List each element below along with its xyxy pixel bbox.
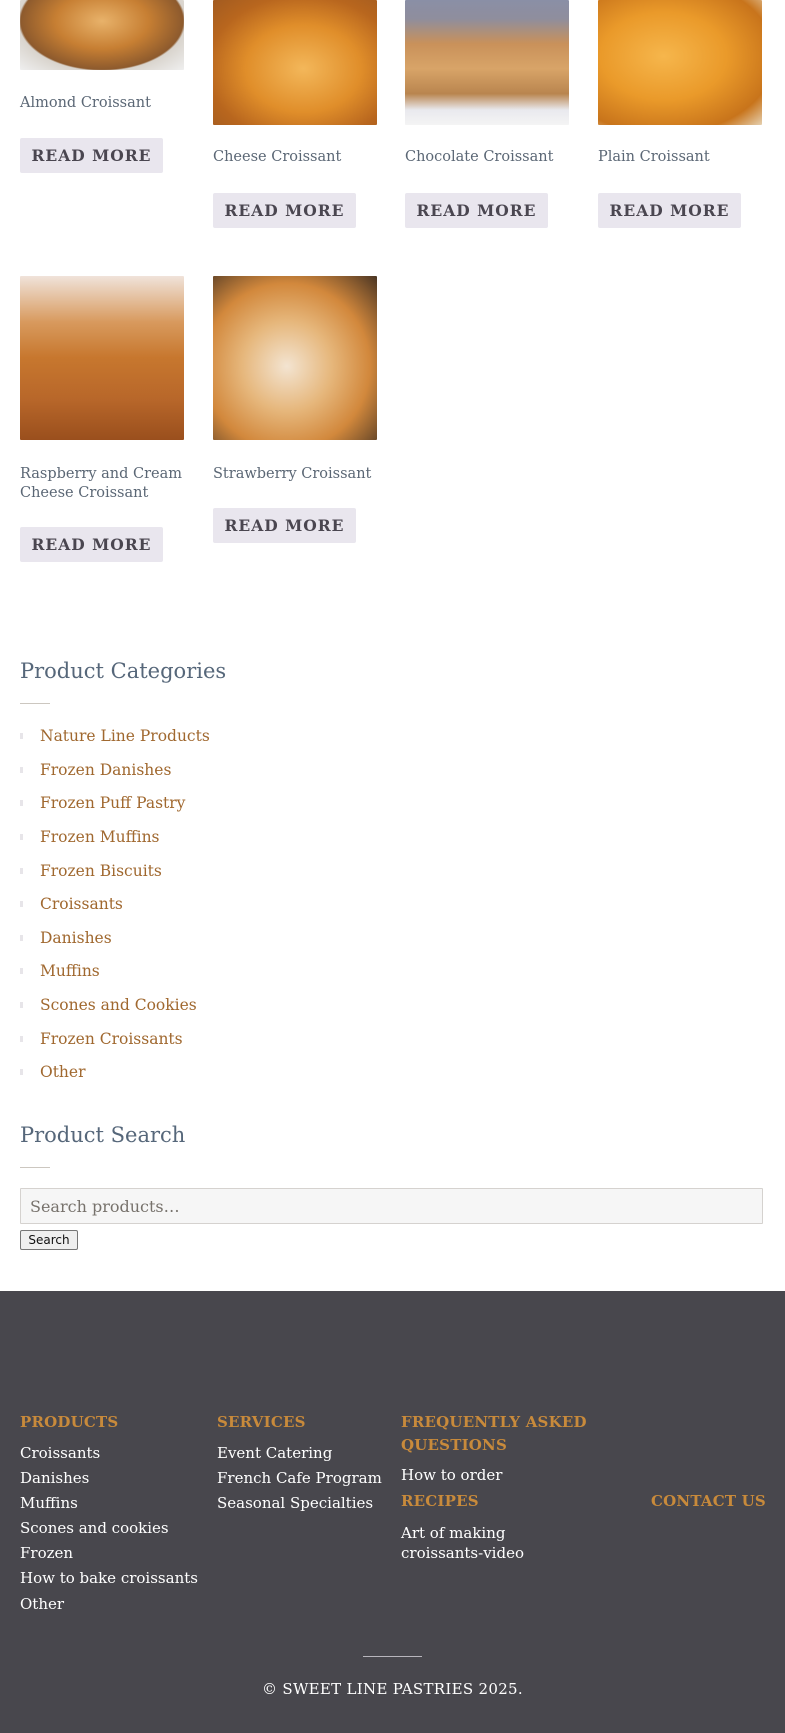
raspberry-cream-cheese-croissant-image[interactable] xyxy=(20,276,184,440)
search-button[interactable]: Search xyxy=(20,1230,78,1250)
category-item: Nature Line Products xyxy=(20,725,210,747)
bullet-icon xyxy=(20,767,23,773)
read-more-button[interactable]: READ MORE xyxy=(598,193,741,228)
footer-link-how-to-order[interactable]: How to order xyxy=(401,1465,502,1485)
category-link-frozen-muffins[interactable]: Frozen Muffins xyxy=(40,828,160,846)
read-more-button[interactable]: READ MORE xyxy=(213,508,356,543)
chocolate-croissant-image[interactable] xyxy=(405,0,569,125)
product-name[interactable]: Strawberry Croissant xyxy=(213,465,383,484)
footer-link-event-catering[interactable]: Event Catering xyxy=(217,1443,332,1463)
read-more-button[interactable]: READ MORE xyxy=(20,527,163,562)
category-link-other[interactable]: Other xyxy=(40,1063,86,1081)
category-item: Frozen Danishes xyxy=(20,759,171,781)
category-link-croissants[interactable]: Croissants xyxy=(40,895,123,913)
footer-divider xyxy=(363,1656,422,1657)
copyright-text: © SWEET LINE PASTRIES 2025. xyxy=(262,1680,523,1698)
category-item: Danishes xyxy=(20,927,112,949)
read-more-button[interactable]: READ MORE xyxy=(405,193,548,228)
bullet-icon xyxy=(20,800,23,806)
bullet-icon xyxy=(20,1036,23,1042)
category-item: Frozen Biscuits xyxy=(20,860,162,882)
footer-link-frozen[interactable]: Frozen xyxy=(20,1543,73,1563)
footer-link-danishes[interactable]: Danishes xyxy=(20,1468,89,1488)
read-more-button[interactable]: READ MORE xyxy=(20,138,163,173)
category-item: Frozen Muffins xyxy=(20,826,160,848)
category-link-scones-and-cookies[interactable]: Scones and Cookies xyxy=(40,996,197,1014)
footer-link-seasonal-specialties[interactable]: Seasonal Specialties xyxy=(217,1493,373,1513)
bullet-icon xyxy=(20,1002,23,1008)
bullet-icon xyxy=(20,935,23,941)
footer-link-croissants[interactable]: Croissants xyxy=(20,1443,100,1463)
read-more-button[interactable]: READ MORE xyxy=(213,193,356,228)
strawberry-croissant-image[interactable] xyxy=(213,276,377,440)
widget-title-underline xyxy=(20,703,50,704)
footer-heading-services: SERVICES xyxy=(217,1413,306,1431)
widget-title: Product Search xyxy=(20,1123,186,1147)
product-name[interactable]: Chocolate Croissant xyxy=(405,148,575,167)
footer-link-art-of-making-croissants-video[interactable]: Art of making croissants-video xyxy=(401,1523,591,1563)
footer-link-other[interactable]: Other xyxy=(20,1594,64,1614)
category-item: Scones and Cookies xyxy=(20,994,197,1016)
category-item: Other xyxy=(20,1061,86,1083)
category-link-frozen-puff-pastry[interactable]: Frozen Puff Pastry xyxy=(40,794,185,812)
bullet-icon xyxy=(20,968,23,974)
cheese-croissant-image[interactable] xyxy=(213,0,377,125)
product-name[interactable]: Almond Croissant xyxy=(20,94,190,113)
category-item: Frozen Croissants xyxy=(20,1028,183,1050)
footer-heading-contact-us[interactable]: CONTACT US xyxy=(651,1490,766,1513)
bullet-icon xyxy=(20,1069,23,1075)
bullet-icon xyxy=(20,733,23,739)
category-link-danishes[interactable]: Danishes xyxy=(40,929,112,947)
category-item: Croissants xyxy=(20,893,123,915)
bullet-icon xyxy=(20,868,23,874)
category-link-nature-line-products[interactable]: Nature Line Products xyxy=(40,727,210,745)
product-name[interactable]: Cheese Croissant xyxy=(213,148,383,167)
footer-link-muffins[interactable]: Muffins xyxy=(20,1493,78,1513)
product-search-input[interactable] xyxy=(20,1188,763,1224)
bullet-icon xyxy=(20,834,23,840)
category-link-frozen-biscuits[interactable]: Frozen Biscuits xyxy=(40,862,162,880)
category-item: Muffins xyxy=(20,960,100,982)
widget-title-underline xyxy=(20,1167,50,1168)
plain-croissant-image[interactable] xyxy=(598,0,762,125)
footer-heading-faq: FREQUENTLY ASKED QUESTIONS xyxy=(401,1413,587,1454)
footer-link-scones-and-cookies[interactable]: Scones and cookies xyxy=(20,1518,169,1538)
category-link-frozen-danishes[interactable]: Frozen Danishes xyxy=(40,761,171,779)
bullet-icon xyxy=(20,901,23,907)
footer-heading-recipes: RECIPES xyxy=(401,1492,479,1510)
footer-link-french-cafe-program[interactable]: French Cafe Program xyxy=(217,1468,382,1488)
footer-link-how-to-bake-croissants[interactable]: How to bake croissants xyxy=(20,1568,198,1588)
category-link-muffins[interactable]: Muffins xyxy=(40,962,100,980)
almond-croissant-image[interactable] xyxy=(20,0,184,70)
product-name[interactable]: Raspberry and Cream Cheese Croissant xyxy=(20,465,185,503)
product-name[interactable]: Plain Croissant xyxy=(598,148,768,167)
widget-title: Product Categories xyxy=(20,659,227,683)
footer-heading-products: PRODUCTS xyxy=(20,1413,119,1431)
category-item: Frozen Puff Pastry xyxy=(20,792,185,814)
category-link-frozen-croissants[interactable]: Frozen Croissants xyxy=(40,1030,183,1048)
